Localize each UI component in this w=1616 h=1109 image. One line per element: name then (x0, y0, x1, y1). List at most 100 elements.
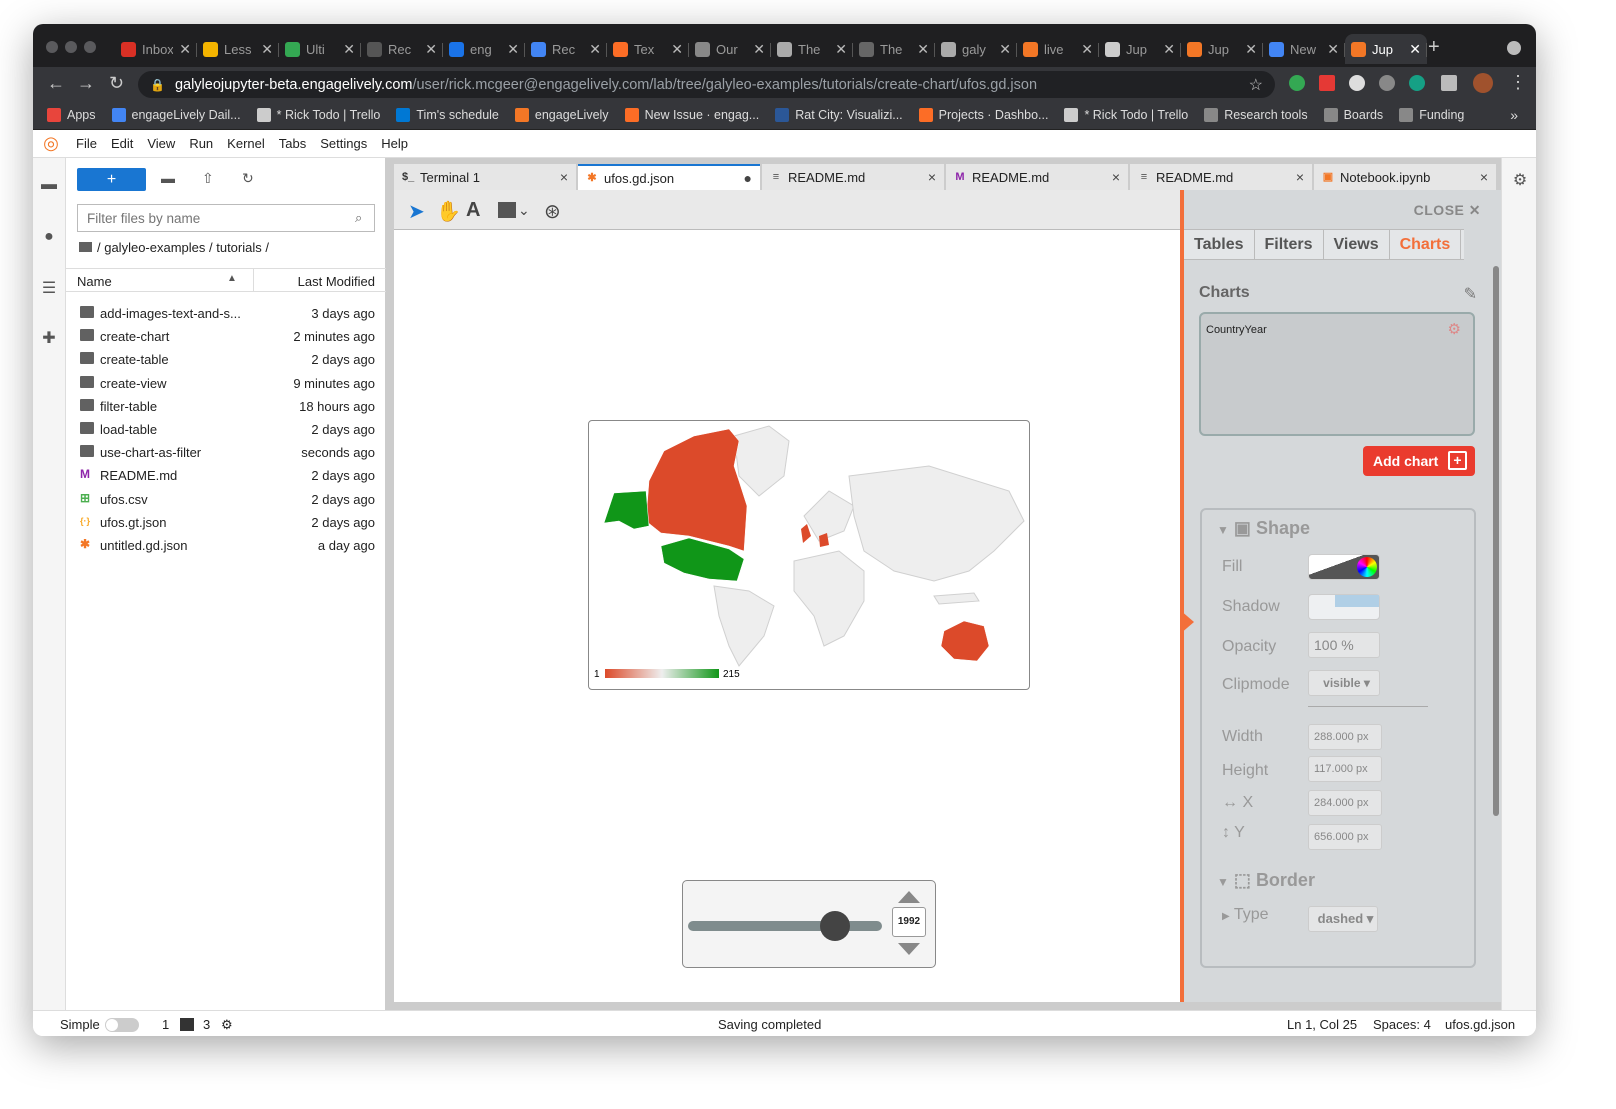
file-list-item[interactable]: M README.md 2 days ago (66, 464, 386, 487)
drive-extension-icon[interactable] (1289, 75, 1305, 91)
calendar-extension-icon[interactable] (1319, 75, 1335, 91)
fill-color-picker[interactable] (1308, 554, 1380, 580)
file-list-item[interactable]: use-chart-as-filter seconds ago (66, 441, 386, 464)
breadcrumb[interactable]: / galyleo-examples / tutorials / (79, 240, 269, 255)
browser-tab[interactable]: Jup ✕ (1181, 34, 1263, 64)
running-icon[interactable]: ● (40, 228, 58, 246)
pointer-tool-icon[interactable]: ➤ (408, 199, 425, 224)
m-extension-icon[interactable] (1409, 75, 1425, 91)
browser-tab[interactable]: New ✕ (1263, 34, 1345, 64)
editor-tab[interactable]: ▣ Notebook.ipynb × (1314, 164, 1496, 190)
panel-divider[interactable] (386, 158, 394, 1010)
browser-tab[interactable]: Rec ✕ (361, 34, 443, 64)
gear-icon[interactable]: ⚙ (1448, 320, 1461, 338)
upload-icon[interactable]: ⇧ (202, 170, 214, 187)
editor-tab[interactable]: $_ Terminal 1 × (394, 164, 576, 190)
geo-chart[interactable]: 1 215 (588, 420, 1030, 690)
close-tab-icon[interactable]: ✕ (589, 41, 601, 58)
file-list-item[interactable]: {·} ufos.gt.json 2 days ago (66, 511, 386, 534)
file-list-item[interactable]: ✱ untitled.gd.json a day ago (66, 534, 386, 557)
menu-edit[interactable]: Edit (104, 136, 140, 151)
panel-scrollbar[interactable] (1493, 266, 1499, 816)
hand-tool-icon[interactable]: ✋ (436, 199, 461, 224)
slider-track[interactable] (688, 921, 882, 931)
browser-tab[interactable]: Tex ✕ (607, 34, 689, 64)
close-tab-icon[interactable]: ✕ (507, 41, 519, 58)
panel-tab-views[interactable]: Views (1324, 230, 1390, 259)
close-tab-icon[interactable]: ✕ (1327, 41, 1339, 58)
puzzle-icon[interactable] (1441, 75, 1457, 91)
file-list-item[interactable]: ⊞ ufos.csv 2 days ago (66, 488, 386, 511)
toc-icon[interactable]: ☰ (40, 278, 58, 297)
browser-tab[interactable]: The ✕ (853, 34, 935, 64)
year-value-field[interactable]: 1992 (892, 907, 926, 937)
file-list-item[interactable]: load-table 2 days ago (66, 418, 386, 441)
window-controls[interactable] (46, 41, 96, 53)
settings-icon[interactable]: ⚙ (221, 1017, 233, 1033)
chevron-down-icon[interactable]: ⌄ (518, 202, 530, 219)
browser-tab[interactable]: eng ✕ (443, 34, 525, 64)
file-list-item[interactable]: create-chart 2 minutes ago (66, 325, 386, 348)
panel-handle-arrow[interactable] (1180, 610, 1194, 634)
browser-tab[interactable]: Our ✕ (689, 34, 771, 64)
close-tab-icon[interactable]: ✕ (1245, 41, 1257, 58)
browser-tab[interactable]: Jup ✕ (1345, 34, 1427, 64)
close-tab-icon[interactable]: ✕ (1163, 41, 1175, 58)
file-list-item[interactable]: create-view 9 minutes ago (66, 372, 386, 395)
menu-run[interactable]: Run (182, 136, 220, 151)
browser-tab[interactable]: Jup ✕ (1099, 34, 1181, 64)
bookmark-item[interactable]: Projects · Dashbo... (918, 108, 1048, 122)
cursor-position[interactable]: Ln 1, Col 25 (1287, 1017, 1357, 1032)
forward-icon[interactable]: → (77, 73, 95, 94)
bookmark-item[interactable]: * Rick Todo | Trello (1064, 108, 1188, 122)
reload-icon[interactable]: ↻ (109, 73, 124, 94)
text-tool-icon[interactable]: A (466, 199, 480, 222)
lifebuoy-icon[interactable]: ⊛ (544, 199, 561, 224)
new-folder-icon[interactable]: ▬ (161, 170, 175, 186)
panel-tab-tables[interactable]: Tables (1184, 230, 1255, 259)
shape-section-header[interactable]: ▼ ▣ Shape (1217, 518, 1310, 539)
bookmark-item[interactable]: Research tools (1204, 108, 1308, 122)
bookmarks-overflow-icon[interactable]: » (1510, 107, 1518, 123)
editor-tab[interactable]: ✱ ufos.gd.json ● (578, 164, 760, 190)
bookmark-item[interactable]: Rat City: Visualizi... (775, 108, 903, 122)
bookmark-item[interactable]: Apps (47, 108, 96, 122)
avatar[interactable] (1473, 73, 1493, 93)
extension-icon[interactable] (1349, 75, 1365, 91)
bookmark-star-icon[interactable]: ☆ (1249, 75, 1263, 95)
height-field[interactable]: 117.000 px (1308, 756, 1382, 782)
bookmark-item[interactable]: engageLively (514, 108, 609, 122)
browser-tab[interactable]: Ulti ✕ (279, 34, 361, 64)
bookmark-item[interactable]: * Rick Todo | Trello (256, 108, 380, 122)
editor-tab[interactable]: ≡ README.md × (762, 164, 944, 190)
shape-tool-icon[interactable] (498, 202, 516, 218)
edit-icon[interactable]: ✎ (1464, 284, 1477, 304)
add-chart-button[interactable]: Add chart + (1363, 446, 1475, 476)
bookmark-item[interactable]: engageLively Dail... (111, 108, 241, 122)
kebab-menu-icon[interactable]: ⋮ (1509, 72, 1527, 93)
shadow-picker[interactable] (1308, 594, 1380, 620)
close-tab-icon[interactable]: ✕ (753, 41, 765, 58)
unsaved-dot-icon[interactable]: ● (744, 170, 752, 186)
terminal-count[interactable]: 3 (203, 1017, 210, 1032)
close-icon[interactable]: × (560, 169, 568, 185)
browser-tab[interactable]: Rec ✕ (525, 34, 607, 64)
back-icon[interactable]: ← (47, 73, 65, 94)
clipmode-select[interactable]: visible ▾ (1308, 670, 1380, 696)
folder-icon[interactable]: ▬ (40, 176, 58, 194)
tab-search-icon[interactable] (1507, 41, 1521, 55)
opacity-field[interactable]: 100 % (1308, 632, 1380, 658)
new-tab-button[interactable]: + (1428, 36, 1440, 59)
bookmark-item[interactable]: Funding (1399, 108, 1464, 122)
close-icon[interactable]: × (1296, 169, 1304, 185)
property-inspector-icon[interactable]: ⚙ (1511, 170, 1529, 189)
menu-kernel[interactable]: Kernel (220, 136, 272, 151)
name-column-header[interactable]: Name (77, 274, 112, 289)
panel-tab-filters[interactable]: Filters (1255, 230, 1324, 259)
menu-tabs[interactable]: Tabs (272, 136, 313, 151)
close-tab-icon[interactable]: ✕ (179, 41, 191, 58)
slider-thumb[interactable] (820, 911, 851, 941)
close-tab-icon[interactable]: ✕ (343, 41, 355, 58)
increment-arrow-icon[interactable] (898, 891, 920, 903)
close-tab-icon[interactable]: ✕ (835, 41, 847, 58)
